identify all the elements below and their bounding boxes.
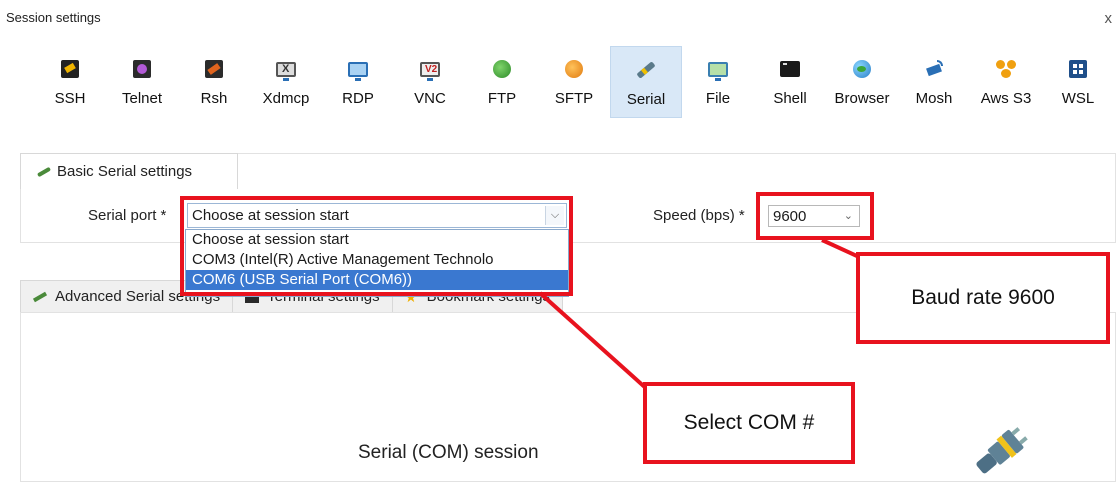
serial-port-highlight [180, 196, 573, 296]
speed-highlight [756, 192, 874, 240]
baud-rate-callout: Baud rate 9600 [856, 252, 1110, 344]
select-com-callout: Select COM # [643, 382, 855, 464]
com-connector-line [538, 291, 650, 392]
